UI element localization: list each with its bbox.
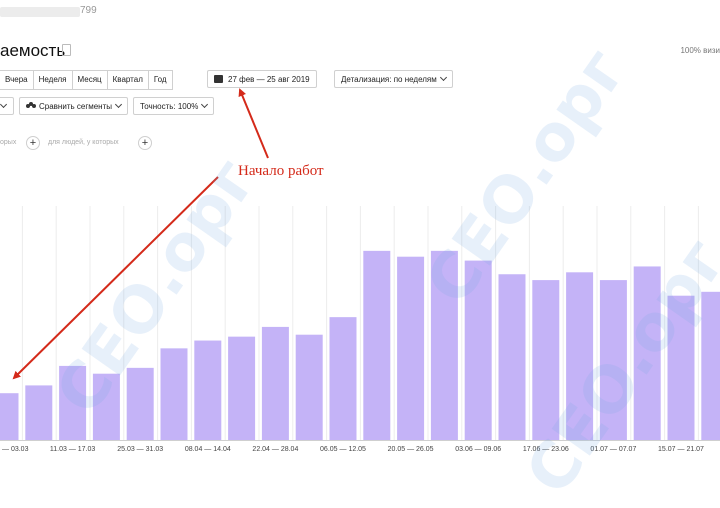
bar-2[interactable] [59, 365, 87, 440]
x-tick-label: 25.03 — 31.03 [117, 446, 163, 453]
bar-7[interactable] [228, 336, 256, 440]
visits-bar-chart: — 03.03 11.03 — 17.03 25.03 — 31.03 08.04 —… [0, 88, 720, 453]
bar-0[interactable] [0, 393, 19, 440]
bar-3[interactable] [92, 373, 120, 440]
x-tick-label: 20.05 — 26.05 [388, 446, 434, 453]
bar-21[interactable] [701, 291, 720, 440]
bar-9[interactable] [295, 334, 323, 440]
x-tick-label: 03.06 — 09.06 [455, 446, 501, 453]
x-tick-label: 22.04 — 28.04 [252, 446, 298, 453]
bar-12[interactable] [397, 256, 425, 440]
bar-4[interactable] [126, 367, 154, 440]
bar-13[interactable] [430, 250, 458, 440]
bar-18[interactable] [599, 280, 627, 440]
bar-19[interactable] [633, 266, 661, 440]
bar-11[interactable] [363, 250, 391, 440]
annotation-arrow-date [238, 88, 269, 159]
bar-15[interactable] [498, 274, 526, 440]
x-tick-label: 06.05 — 12.05 [320, 446, 366, 453]
x-tick-label: 01.07 — 07.07 [590, 446, 636, 453]
x-tick-label: — 03.03 [2, 446, 29, 453]
bar-10[interactable] [329, 317, 357, 440]
bar-14[interactable] [464, 260, 492, 440]
annotation-text: Начало работ [238, 163, 324, 179]
annotation-arrow-chart [12, 176, 219, 380]
x-tick-label: 11.03 — 17.03 [50, 446, 96, 453]
x-tick-label: 17.06 — 23.06 [523, 446, 569, 453]
bar-8[interactable] [261, 326, 289, 440]
x-tick-label: 08.04 — 14.04 [185, 446, 231, 453]
bar-20[interactable] [667, 295, 695, 440]
bar-6[interactable] [194, 340, 222, 440]
bar-17[interactable] [566, 272, 594, 440]
x-tick-label: 15.07 — 21.07 [658, 446, 704, 453]
bar-1[interactable] [25, 385, 53, 440]
bar-5[interactable] [160, 348, 188, 440]
bar-16[interactable] [532, 280, 560, 440]
